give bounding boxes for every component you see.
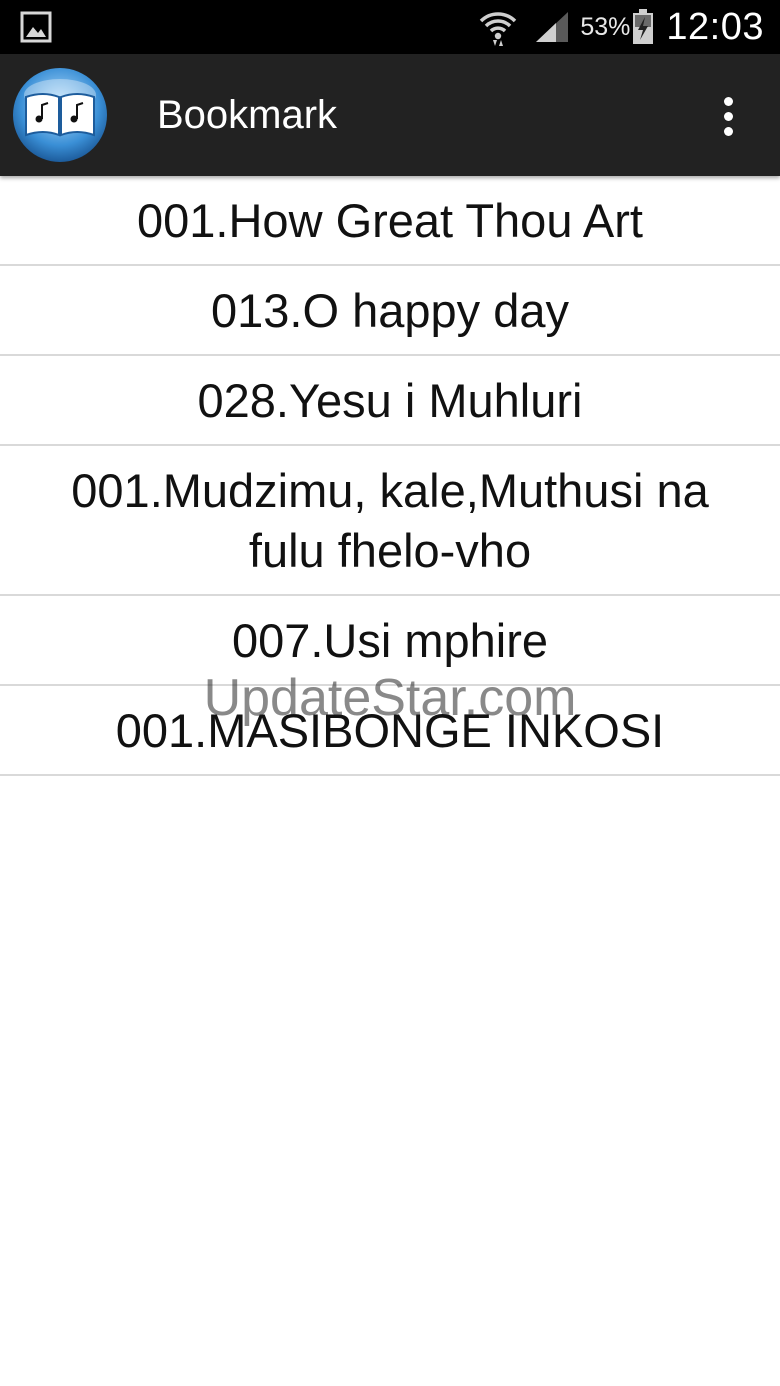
menu-dot bbox=[723, 96, 733, 106]
songbook-icon[interactable] bbox=[12, 67, 108, 163]
bookmark-list: 001.How Great Thou Art 013.O happy day 0… bbox=[0, 176, 780, 776]
gallery-icon bbox=[20, 11, 52, 43]
wifi-icon bbox=[480, 12, 517, 46]
status-bar: 53% 12:03 bbox=[0, 0, 780, 54]
menu-dot bbox=[723, 111, 733, 121]
clock: 12:03 bbox=[666, 5, 764, 48]
list-item[interactable]: 001.How Great Thou Art bbox=[0, 176, 780, 266]
signal-icon bbox=[536, 12, 569, 42]
page-title: Bookmark bbox=[157, 93, 338, 137]
menu-dot bbox=[723, 126, 733, 136]
list-item[interactable]: 007.Usi mphire bbox=[0, 596, 780, 686]
list-item[interactable]: 001.MASIBONGE INKOSI bbox=[0, 686, 780, 776]
list-item[interactable]: 013.O happy day bbox=[0, 266, 780, 356]
battery-charging-icon bbox=[633, 9, 654, 44]
status-indicators: 53% 12:03 bbox=[478, 0, 764, 54]
action-bar: Bookmark bbox=[0, 54, 780, 176]
overflow-menu-icon[interactable] bbox=[704, 92, 752, 140]
list-item[interactable]: 001.Mudzimu, kale,Muthusi na fulu fhelo-… bbox=[0, 446, 780, 596]
list-item[interactable]: 028.Yesu i Muhluri bbox=[0, 356, 780, 446]
battery-percent: 53% bbox=[580, 12, 631, 41]
